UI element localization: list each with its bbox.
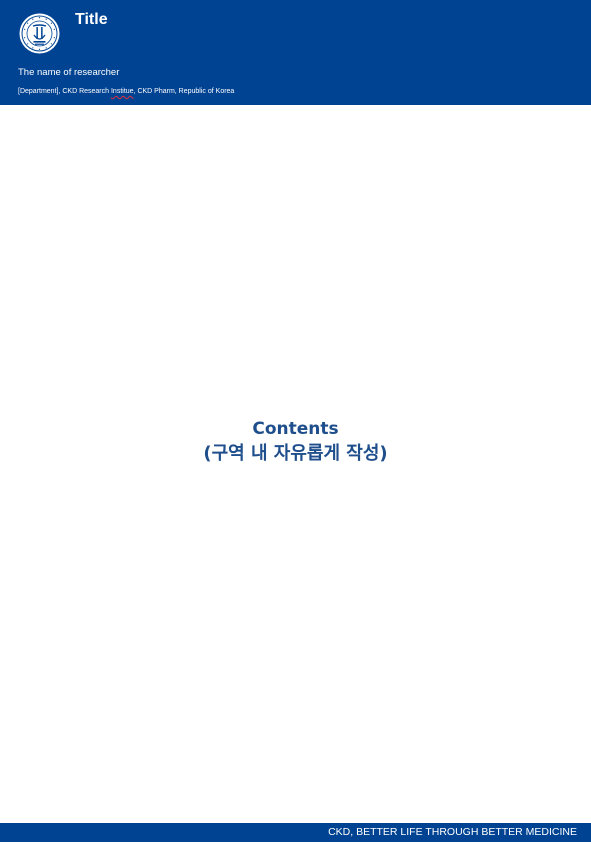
ckd-emblem-icon xyxy=(19,13,60,54)
header-banner: Title The name of researcher [Department… xyxy=(0,0,591,105)
poster-page: Title The name of researcher [Department… xyxy=(0,0,591,844)
researcher-name: The name of researcher xyxy=(18,67,120,78)
contents-placeholder: Contents (구역 내 자유롭게 작성) xyxy=(0,417,591,467)
footer-slogan: CKD, BETTER LIFE THROUGH BETTER MEDICINE xyxy=(328,826,577,838)
footer-banner: CKD, BETTER LIFE THROUGH BETTER MEDICINE xyxy=(0,823,591,842)
spellcheck-flagged-word: Institue xyxy=(110,88,134,95)
contents-subheading: (구역 내 자유롭게 작성) xyxy=(203,443,388,464)
contents-heading: Contents xyxy=(252,419,339,439)
affiliation-line: [Department], CKD Research Institue, CKD… xyxy=(18,87,234,97)
poster-title: Title xyxy=(75,11,108,28)
affiliation-company-text: , CKD Pharm, Republic of Korea xyxy=(133,88,235,95)
affiliation-department-text: [Department], CKD Research xyxy=(18,88,111,95)
